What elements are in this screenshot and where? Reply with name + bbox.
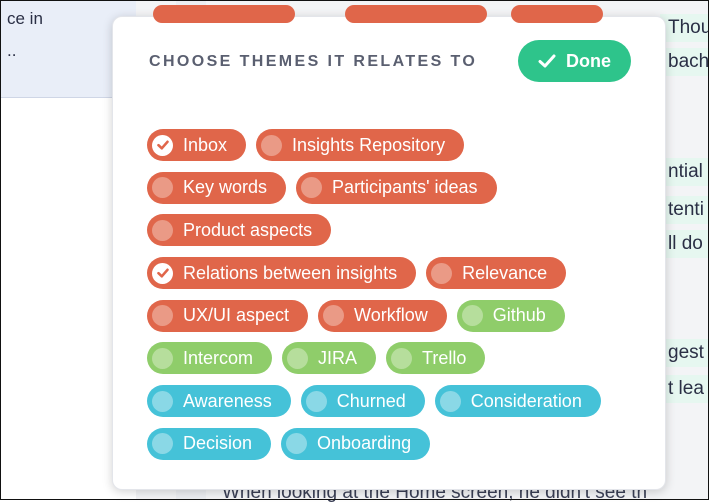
screenshot-frame (0, 0, 709, 500)
